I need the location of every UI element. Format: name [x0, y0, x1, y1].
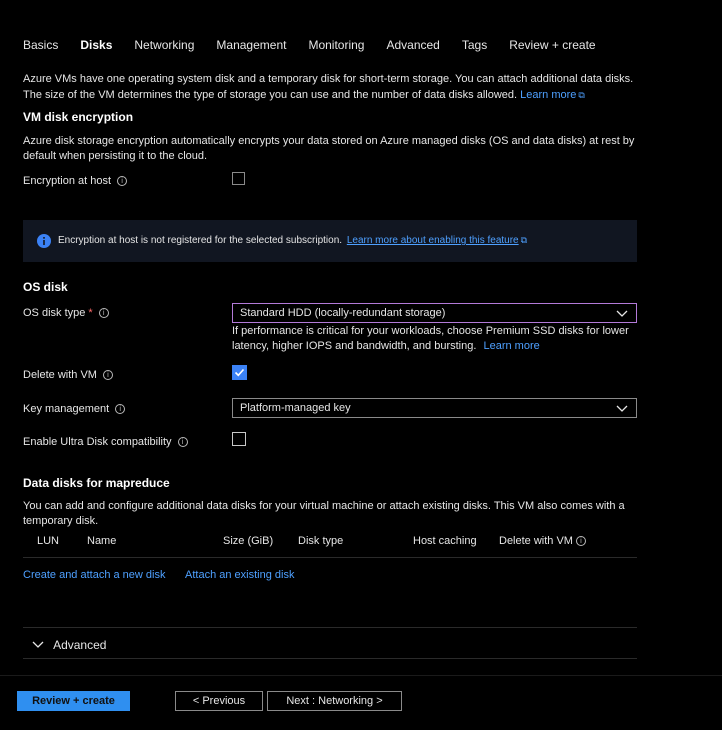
os-disk-hint-line-1: If performance is critical for your work… — [232, 325, 629, 337]
banner-link-label: Learn more about enabling this feature — [346, 235, 519, 246]
tab-tags[interactable]: Tags — [462, 38, 487, 64]
data-disks-heading: Data disks for mapreduce — [23, 476, 170, 490]
delete-with-vm-checkbox[interactable] — [232, 365, 247, 380]
os-disk-type-label: OS disk type — [23, 307, 86, 319]
intro-learn-more-label: Learn more — [520, 89, 577, 101]
data-disks-description: You can add and configure additional dat… — [23, 499, 625, 529]
encryption-desc-line-2: default when persisting it to the cloud. — [23, 150, 208, 162]
intro-learn-more-link[interactable]: Learn more ⧉ — [520, 89, 585, 101]
encryption-heading: VM disk encryption — [23, 110, 134, 124]
ultra-disk-checkbox[interactable] — [232, 432, 246, 446]
tab-disks[interactable]: Disks — [80, 38, 112, 64]
column-disk-type: Disk type — [298, 535, 344, 547]
os-disk-learn-more-link[interactable]: Learn more — [483, 340, 539, 352]
banner-learn-more-link[interactable]: Learn more about enabling this feature — [347, 235, 519, 246]
required-marker: * — [88, 307, 93, 319]
os-disk-type-value: Standard HDD (locally-redundant storage) — [240, 307, 446, 319]
external-link-icon: ⧉ — [520, 235, 528, 245]
external-link-icon: ⧉ — [578, 90, 585, 100]
intro-line-2-wrap: The size of the VM determines the type o… — [23, 87, 633, 103]
tab-management[interactable]: Management — [216, 38, 286, 64]
attach-existing-disk-link[interactable]: Attach an existing disk — [185, 569, 294, 581]
next-networking-button[interactable]: Next : Networking > — [267, 691, 402, 711]
banner-text-wrap: Encryption at host is not registered for… — [58, 235, 527, 246]
encryption-desc-line-1: Azure disk storage encryption automatica… — [23, 135, 635, 147]
column-delete-with-vm-wrap: Delete with VM i — [499, 535, 586, 547]
chevron-down-icon — [32, 641, 44, 648]
data-disks-desc-line-2: temporary disk. — [23, 515, 99, 527]
os-disk-hint-line-2-wrap: latency, higher IOPS and bandwidth, and … — [232, 339, 629, 354]
info-filled-icon — [37, 234, 51, 248]
column-delete-with-vm: Delete with VM — [499, 535, 573, 547]
info-icon[interactable]: i — [117, 176, 128, 187]
info-icon[interactable]: i — [575, 536, 586, 547]
key-management-select[interactable]: Platform-managed key — [232, 398, 637, 418]
info-icon[interactable]: i — [102, 370, 113, 381]
encryption-at-host-label: Encryption at host — [23, 175, 112, 187]
info-banner: Encryption at host is not registered for… — [23, 220, 637, 262]
advanced-bottom-divider — [23, 658, 637, 659]
intro-line-2: The size of the VM determines the type o… — [23, 89, 518, 101]
chevron-down-icon — [616, 310, 628, 317]
banner-text: Encryption at host is not registered for… — [58, 235, 343, 246]
table-divider — [23, 557, 637, 558]
encryption-at-host-checkbox[interactable] — [232, 172, 245, 185]
os-disk-type-label-wrap: OS disk type * i — [23, 307, 109, 319]
previous-button[interactable]: < Previous — [175, 691, 263, 711]
info-icon[interactable]: i — [115, 404, 126, 415]
advanced-expander[interactable]: Advanced — [32, 638, 106, 652]
advanced-top-divider — [23, 627, 637, 628]
key-management-value: Platform-managed key — [240, 402, 351, 414]
encryption-description: Azure disk storage encryption automatica… — [23, 134, 634, 164]
tab-networking[interactable]: Networking — [134, 38, 194, 64]
chevron-down-icon — [616, 405, 628, 412]
column-lun: LUN — [37, 535, 60, 547]
review-create-button[interactable]: Review + create — [17, 691, 130, 711]
intro-text: Azure VMs have one operating system disk… — [23, 71, 633, 103]
tab-advanced[interactable]: Advanced — [386, 38, 439, 64]
intro-line-1: Azure VMs have one operating system disk… — [23, 73, 634, 85]
tab-monitoring[interactable]: Monitoring — [308, 38, 364, 64]
os-disk-type-select[interactable]: Standard HDD (locally-redundant storage) — [232, 303, 637, 323]
advanced-label: Advanced — [53, 638, 107, 652]
column-host-caching: Host caching — [413, 535, 477, 547]
os-disk-hint-line-2: latency, higher IOPS and bandwidth, and … — [232, 340, 477, 352]
info-icon[interactable]: i — [177, 437, 188, 448]
tab-basics[interactable]: Basics — [23, 38, 58, 64]
footer-divider — [0, 675, 722, 676]
delete-with-vm-label: Delete with VM — [23, 369, 97, 381]
os-disk-hint: If performance is critical for your work… — [232, 324, 629, 354]
checkmark-icon — [234, 368, 245, 377]
tab-bar: Basics Disks Networking Management Monit… — [23, 38, 618, 64]
data-disks-desc-line-1: You can add and configure additional dat… — [23, 500, 625, 512]
os-disk-heading: OS disk — [23, 280, 68, 294]
column-name: Name — [87, 535, 117, 547]
ultra-disk-label-wrap: Enable Ultra Disk compatibility i — [23, 436, 188, 448]
create-attach-disk-link[interactable]: Create and attach a new disk — [23, 569, 165, 581]
tab-review-create[interactable]: Review + create — [509, 38, 595, 64]
delete-with-vm-label-wrap: Delete with VM i — [23, 369, 113, 381]
encryption-at-host-label-wrap: Encryption at host i — [23, 175, 128, 187]
info-icon[interactable]: i — [98, 308, 109, 319]
ultra-disk-label: Enable Ultra Disk compatibility — [23, 436, 172, 448]
key-management-label-wrap: Key management i — [23, 403, 126, 415]
column-size: Size (GiB) — [223, 535, 274, 547]
key-management-label: Key management — [23, 403, 110, 415]
